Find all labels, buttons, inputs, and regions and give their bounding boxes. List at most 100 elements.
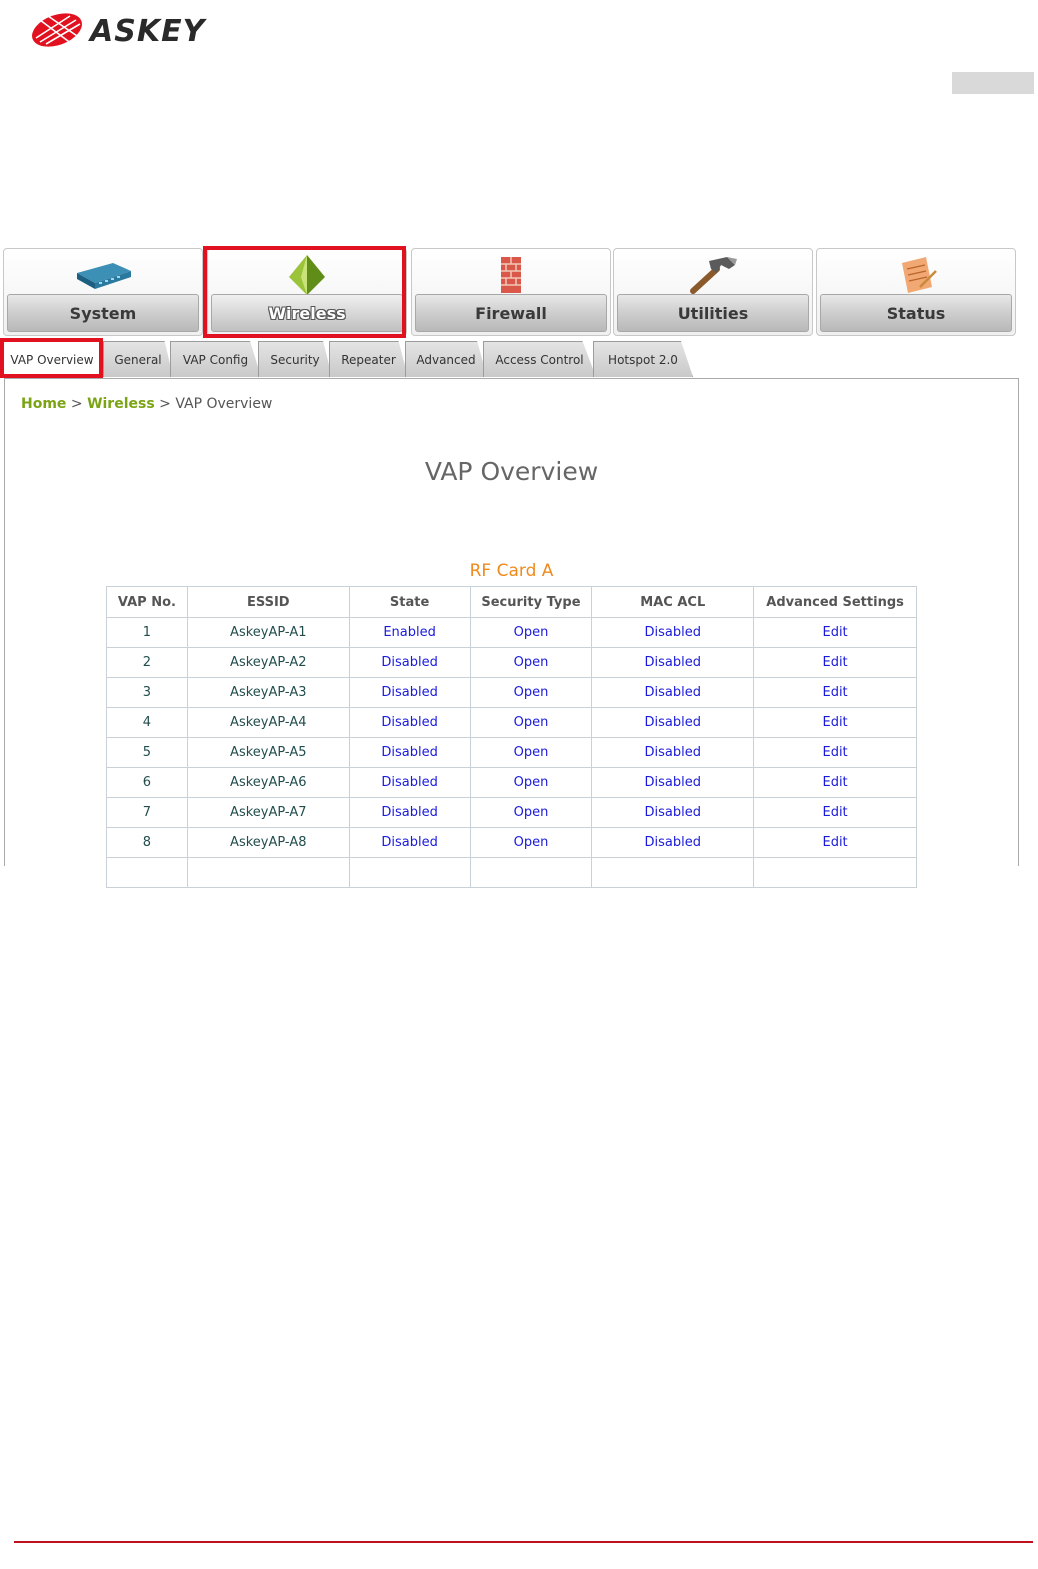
essid-cell: AskeyAP-A3	[186, 677, 350, 708]
security-type-link[interactable]: Open	[469, 647, 593, 678]
tab-vap-config[interactable]: VAP Config	[170, 341, 261, 377]
main-nav: System Wireless Firewall Utilities Statu…	[3, 248, 1018, 338]
nav-firewall-label: Firewall	[415, 294, 607, 332]
edit-link[interactable]: Edit	[753, 617, 917, 648]
mac-acl-link[interactable]: Disabled	[591, 797, 755, 828]
state-link[interactable]: Disabled	[348, 827, 471, 858]
sub-tab-bar: VAP Overview General VAP Config Security…	[3, 341, 1020, 379]
mac-acl-link[interactable]: Disabled	[591, 737, 755, 768]
brick-wall-icon	[481, 255, 541, 295]
header-placeholder-box	[952, 72, 1034, 94]
tab-general[interactable]: General	[103, 341, 173, 377]
security-type-link[interactable]: Open	[469, 677, 593, 708]
tab-repeater[interactable]: Repeater	[329, 341, 408, 377]
nav-status-label: Status	[820, 294, 1012, 332]
column-header: Advanced Settings	[753, 586, 917, 618]
state-link[interactable]: Disabled	[348, 707, 471, 738]
vap-number: 6	[106, 767, 188, 798]
table-row: 2 AskeyAP-A2 Disabled Open Disabled Edit	[106, 647, 917, 678]
nav-system-label: System	[7, 294, 199, 332]
tab-hotspot-2-0[interactable]: Hotspot 2.0	[593, 341, 693, 377]
breadcrumb-wireless-link[interactable]: Wireless	[87, 396, 155, 412]
nav-utilities-label: Utilities	[617, 294, 809, 332]
state-link[interactable]: Disabled	[348, 797, 471, 828]
empty-cell	[348, 857, 471, 888]
column-header: ESSID	[186, 586, 350, 618]
askey-logo-icon	[32, 13, 82, 47]
table-row: 4 AskeyAP-A4 Disabled Open Disabled Edit	[106, 707, 917, 738]
table-row: 8 AskeyAP-A8 Disabled Open Disabled Edit	[106, 827, 917, 858]
table-row: 1 AskeyAP-A1 Enabled Open Disabled Edit	[106, 617, 917, 648]
breadcrumb: Home > Wireless > VAP Overview	[21, 396, 272, 412]
state-link[interactable]: Disabled	[348, 647, 471, 678]
security-type-link[interactable]: Open	[469, 767, 593, 798]
security-type-link[interactable]: Open	[469, 827, 593, 858]
empty-cell	[469, 857, 593, 888]
edit-link[interactable]: Edit	[753, 677, 917, 708]
nav-system-button[interactable]: System	[3, 248, 203, 336]
table-header-row: VAP No. ESSID State Security Type MAC AC…	[106, 586, 917, 618]
nav-status-button[interactable]: Status	[816, 248, 1016, 336]
edit-link[interactable]: Edit	[753, 647, 917, 678]
vap-table: VAP No. ESSID State Security Type MAC AC…	[106, 586, 917, 888]
edit-link[interactable]: Edit	[753, 707, 917, 738]
security-type-link[interactable]: Open	[469, 617, 593, 648]
empty-cell	[106, 857, 188, 888]
rf-card-title: RF Card A	[469, 561, 554, 581]
empty-cell	[753, 857, 917, 888]
edit-link[interactable]: Edit	[753, 797, 917, 828]
mac-acl-link[interactable]: Disabled	[591, 707, 755, 738]
edit-link[interactable]: Edit	[753, 827, 917, 858]
state-link[interactable]: Disabled	[348, 767, 471, 798]
askey-logo: ASKEY	[30, 12, 230, 49]
vap-number: 7	[106, 797, 188, 828]
mac-acl-link[interactable]: Disabled	[591, 827, 755, 858]
edit-link[interactable]: Edit	[753, 737, 917, 768]
edit-link[interactable]: Edit	[753, 767, 917, 798]
mac-acl-link[interactable]: Disabled	[591, 677, 755, 708]
hammer-icon	[683, 255, 743, 295]
empty-cell	[186, 857, 350, 888]
state-link[interactable]: Enabled	[348, 617, 471, 648]
security-type-link[interactable]: Open	[469, 737, 593, 768]
brand-name: ASKEY	[90, 14, 206, 49]
security-type-link[interactable]: Open	[469, 707, 593, 738]
network-switch-icon	[73, 255, 133, 295]
tab-access-control[interactable]: Access Control	[483, 341, 596, 377]
column-header: State	[348, 586, 471, 618]
tab-advanced[interactable]: Advanced	[405, 341, 487, 377]
vap-number: 4	[106, 707, 188, 738]
table-row: 3 AskeyAP-A3 Disabled Open Disabled Edit	[106, 677, 917, 708]
empty-cell	[591, 857, 755, 888]
breadcrumb-home-link[interactable]: Home	[21, 396, 66, 412]
essid-cell: AskeyAP-A4	[186, 707, 350, 738]
essid-cell: AskeyAP-A2	[186, 647, 350, 678]
state-link[interactable]: Disabled	[348, 677, 471, 708]
column-header: MAC ACL	[591, 586, 755, 618]
content-panel: Home > Wireless > VAP Overview VAP Overv…	[4, 378, 1019, 888]
vap-overview-highlight-frame	[0, 338, 103, 378]
essid-cell: AskeyAP-A8	[186, 827, 350, 858]
mac-acl-link[interactable]: Disabled	[591, 767, 755, 798]
wireless-highlight-frame	[203, 246, 406, 338]
column-header: Security Type	[469, 586, 593, 618]
essid-cell: AskeyAP-A6	[186, 767, 350, 798]
page-title: VAP Overview	[424, 457, 599, 486]
mac-acl-link[interactable]: Disabled	[591, 617, 755, 648]
column-header: VAP No.	[106, 586, 188, 618]
vap-number: 5	[106, 737, 188, 768]
footer-divider	[14, 1541, 1033, 1543]
security-type-link[interactable]: Open	[469, 797, 593, 828]
essid-cell: AskeyAP-A5	[186, 737, 350, 768]
nav-firewall-button[interactable]: Firewall	[411, 248, 611, 336]
vap-number: 3	[106, 677, 188, 708]
breadcrumb-separator: >	[154, 396, 176, 412]
mac-acl-link[interactable]: Disabled	[591, 647, 755, 678]
state-link[interactable]: Disabled	[348, 737, 471, 768]
essid-cell: AskeyAP-A7	[186, 797, 350, 828]
vap-number: 2	[106, 647, 188, 678]
tab-security[interactable]: Security	[258, 341, 332, 377]
nav-utilities-button[interactable]: Utilities	[613, 248, 813, 336]
essid-cell: AskeyAP-A1	[186, 617, 350, 648]
table-row: 5 AskeyAP-A5 Disabled Open Disabled Edit	[106, 737, 917, 768]
